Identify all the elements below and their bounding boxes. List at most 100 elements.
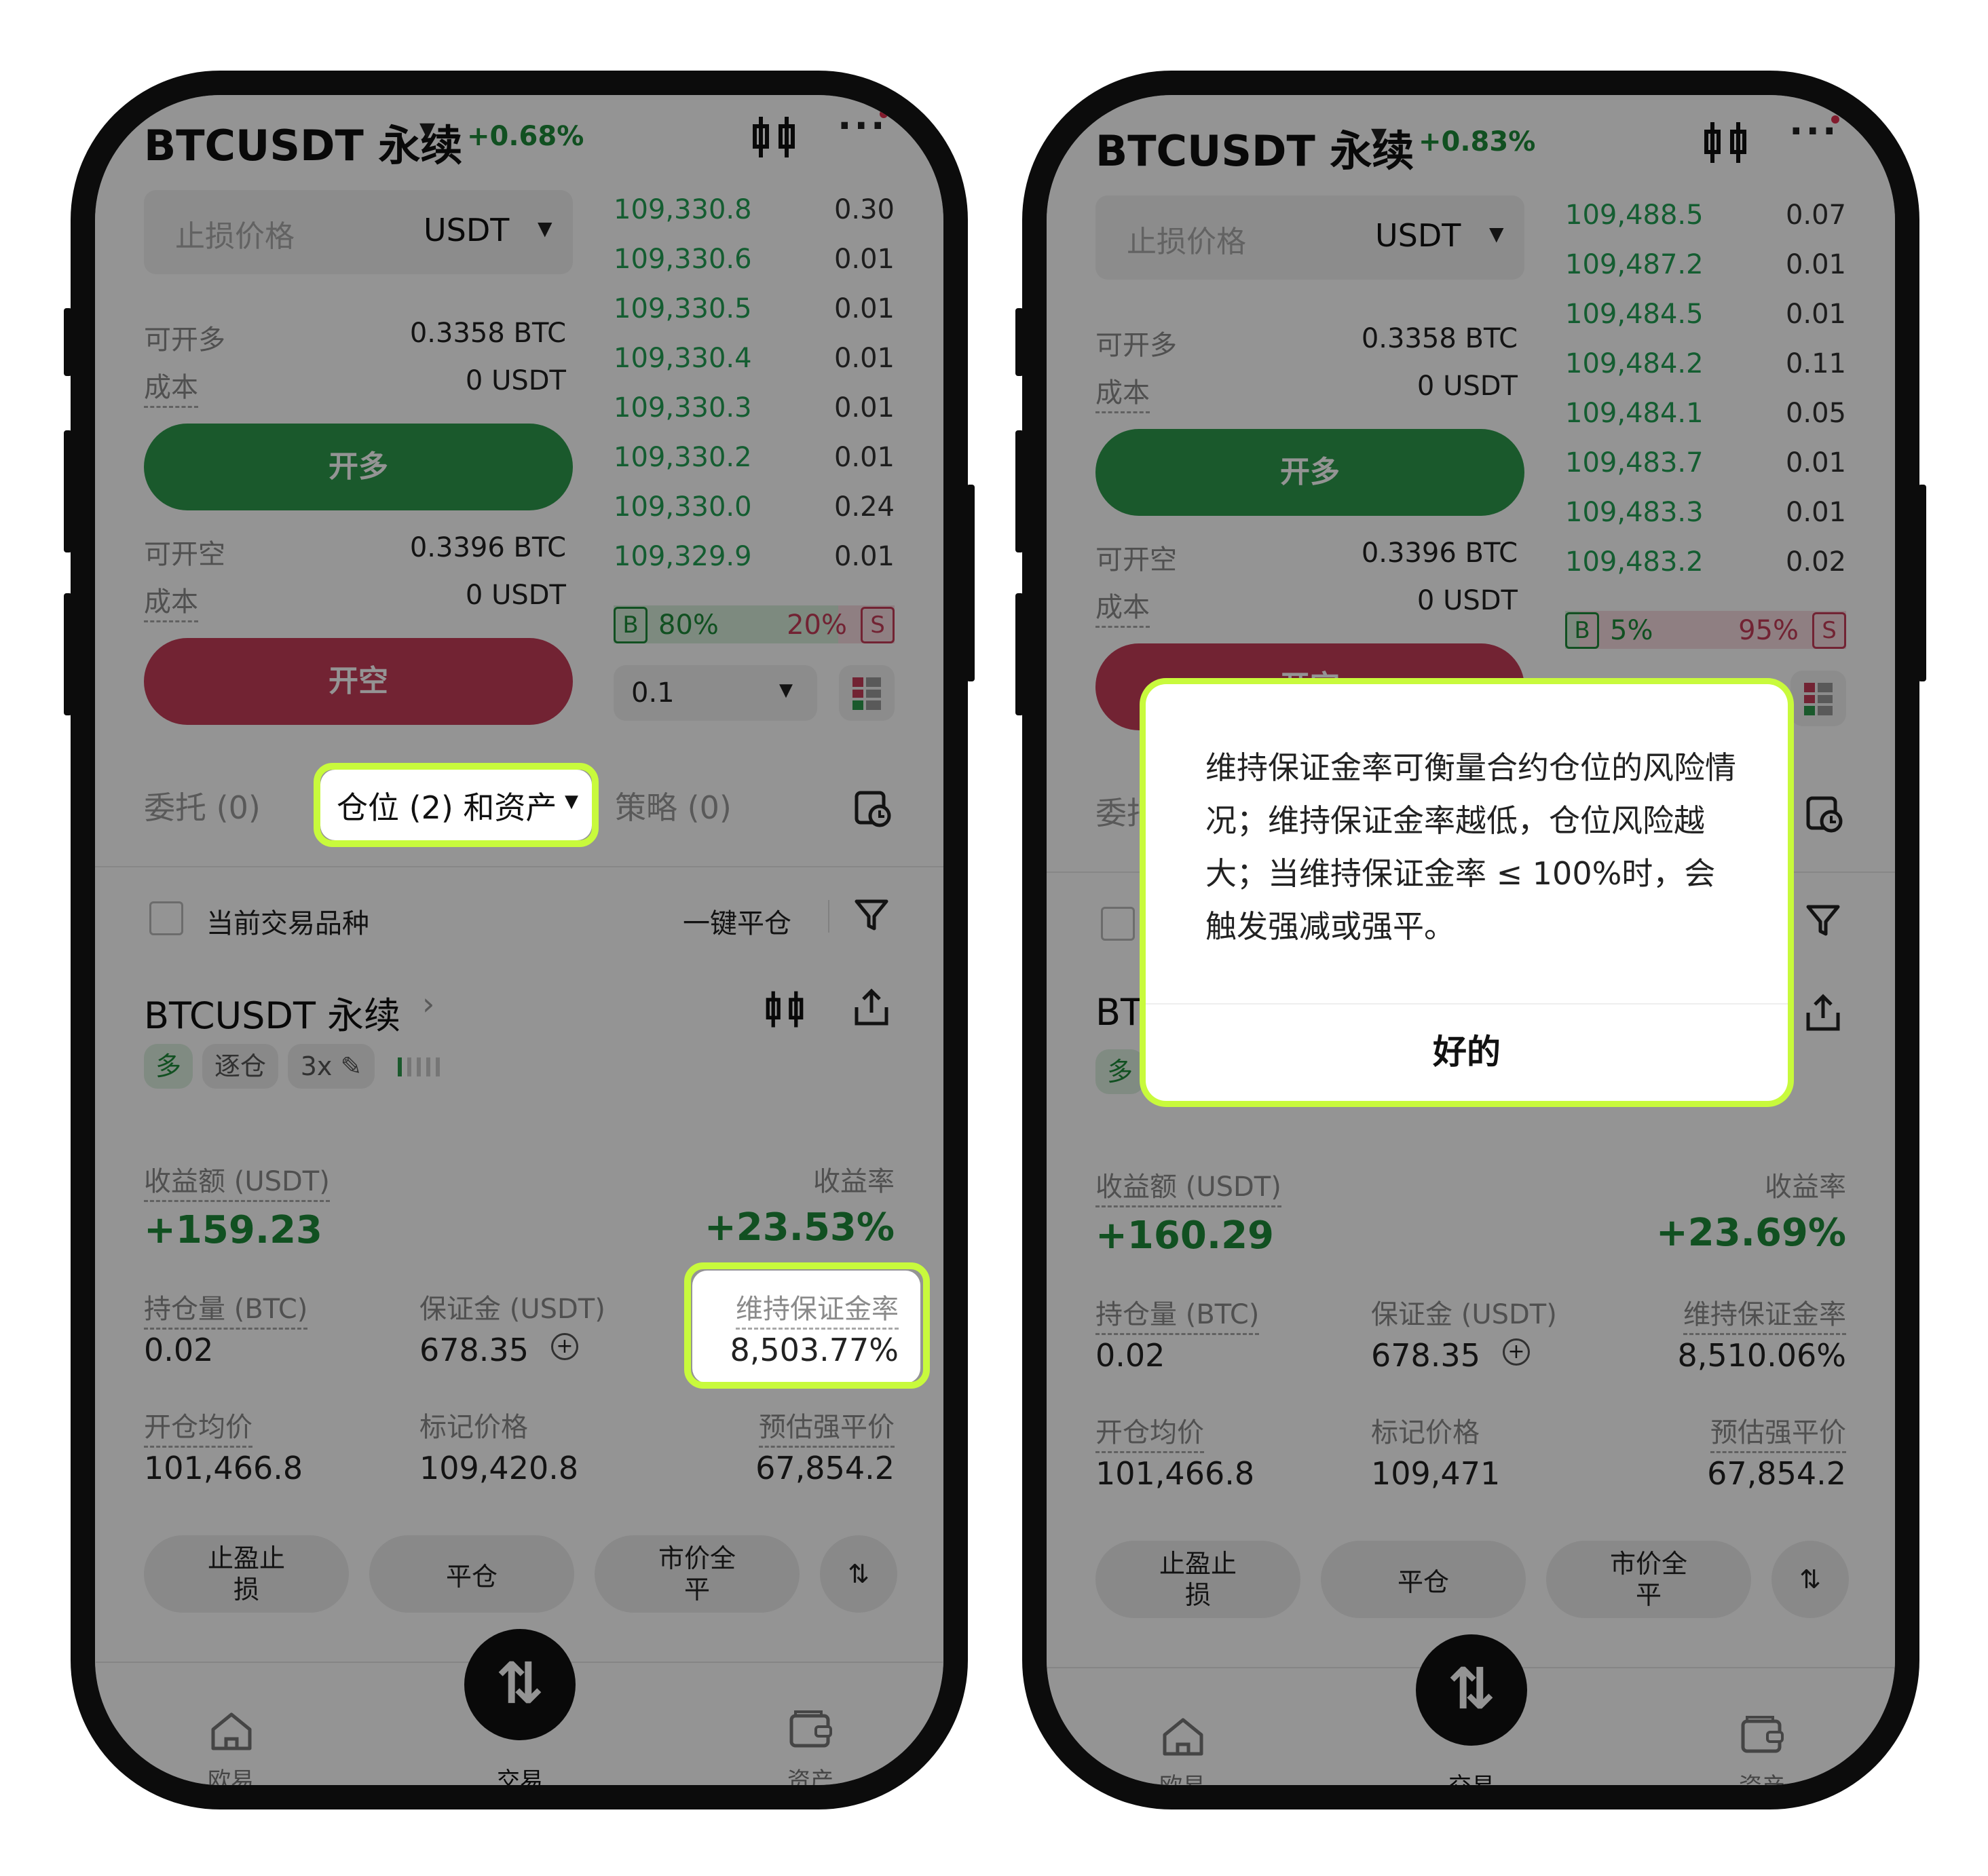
stop-price-placeholder: 止损价格: [1127, 225, 1246, 259]
orderbook-row[interactable]: 109,484.2 0.11: [1565, 348, 1846, 389]
share-icon[interactable]: [1804, 992, 1842, 1033]
trade-icon[interactable]: ⇅: [1416, 1634, 1527, 1746]
orderbook-row[interactable]: 109,488.5 0.07: [1565, 200, 1846, 240]
stop-price-input[interactable]: 止损价格 USDT ▼: [1095, 195, 1524, 280]
open-long-button[interactable]: 开多: [1095, 429, 1524, 516]
chevron-down-icon[interactable]: ▼: [538, 217, 552, 240]
phone-right: BTCUSDT 永续 ▼ +0.83% ··· 止损价格 USDT ▼ 可开多 …: [1015, 71, 1926, 1809]
avail-long-label: 可开多: [1095, 330, 1177, 361]
liq-value: 67,854.2: [1707, 1455, 1846, 1492]
orderbook-price: 109,330.0: [614, 491, 752, 523]
orderbook-qty: 0.01: [1785, 299, 1846, 330]
add-margin-icon[interactable]: +: [1503, 1338, 1530, 1366]
depth-step-select[interactable]: 0.1 ▼: [614, 665, 817, 721]
unit-select[interactable]: USDT: [424, 212, 509, 248]
wallet-icon[interactable]: [1739, 1713, 1785, 1755]
mmr-label[interactable]: 维持保证金率: [1683, 1292, 1846, 1335]
orderbook-row[interactable]: 109,330.0 0.24: [614, 491, 895, 532]
close-all-button[interactable]: 一键平仓: [683, 901, 791, 941]
orderbook-layout-icon[interactable]: [839, 665, 895, 721]
home-icon[interactable]: [1161, 1716, 1205, 1758]
nav-assets-label[interactable]: 资产: [1728, 1767, 1796, 1785]
side-button: [1015, 430, 1024, 552]
divider: [828, 900, 829, 933]
roe-value: +23.53%: [704, 1205, 895, 1250]
current-symbol-checkbox[interactable]: [1101, 907, 1135, 941]
stop-price-input[interactable]: 止损价格 USDT ▼: [144, 190, 573, 274]
pair-title[interactable]: BTCUSDT 永续: [144, 111, 462, 172]
side-button: [967, 485, 975, 681]
tag-leverage[interactable]: 3x ✎: [288, 1044, 375, 1089]
unit-select[interactable]: USDT: [1375, 217, 1461, 254]
mark-label: 标记价格: [419, 1412, 528, 1443]
reverse-icon[interactable]: ⇅: [820, 1535, 897, 1613]
tab-orders[interactable]: 委托 (0): [144, 783, 261, 828]
pair-title[interactable]: BTCUSDT 永续: [1095, 117, 1414, 178]
home-icon[interactable]: [209, 1710, 254, 1752]
buy-percent: 5%: [1610, 615, 1653, 646]
side-button: [1015, 593, 1024, 715]
position-symbol[interactable]: BT: [1095, 991, 1143, 1034]
orderbook-row[interactable]: 109,330.8 0.30: [614, 194, 895, 235]
app-screen: BTCUSDT 永续 ▼ +0.68% ··· 止损价格 USDT ▼ 可开多 …: [95, 95, 943, 1785]
filter-icon[interactable]: [1804, 901, 1842, 939]
candlestick-icon[interactable]: [751, 115, 797, 159]
add-margin-icon[interactable]: +: [551, 1333, 578, 1360]
share-icon[interactable]: [852, 987, 890, 1028]
orderbook-row[interactable]: 109,484.5 0.01: [1565, 299, 1846, 339]
tab-strategy[interactable]: 策略 (0): [615, 783, 732, 828]
size-value: 0.02: [144, 1332, 214, 1368]
avail-long-value: 0.3358 BTC: [409, 318, 566, 349]
orderbook-row[interactable]: 109,484.1 0.05: [1565, 398, 1846, 438]
chevron-down-icon[interactable]: ▼: [419, 118, 435, 142]
orderbook-row[interactable]: 109,330.6 0.01: [614, 244, 895, 284]
orderbook-row[interactable]: 109,330.4 0.01: [614, 343, 895, 383]
orderbook-price: 109,488.5: [1565, 200, 1704, 231]
close-position-button[interactable]: 平仓: [1321, 1541, 1526, 1618]
candlestick-icon[interactable]: [764, 990, 805, 1029]
chevron-down-icon[interactable]: ▼: [1489, 223, 1504, 245]
wallet-icon[interactable]: [787, 1708, 833, 1750]
orderbook-row[interactable]: 109,483.2 0.02: [1565, 546, 1846, 587]
chevron-right-icon[interactable]: ›: [422, 986, 434, 1022]
current-symbol-checkbox[interactable]: [149, 901, 183, 935]
orderbook-row[interactable]: 109,329.9 0.01: [614, 541, 895, 582]
market-close-button[interactable]: 市价全 平: [1546, 1541, 1751, 1618]
close-position-button[interactable]: 平仓: [369, 1535, 574, 1613]
orderbook-layout-icon[interactable]: [1790, 671, 1846, 726]
trade-icon[interactable]: ⇅: [464, 1629, 576, 1740]
side-button: [1015, 308, 1024, 376]
open-long-button[interactable]: 开多: [144, 424, 573, 510]
nav-home-label[interactable]: 欧易: [1148, 1767, 1216, 1785]
history-icon[interactable]: [1804, 793, 1845, 833]
nav-trade-label[interactable]: 交易: [486, 1762, 554, 1785]
chevron-down-icon[interactable]: ▼: [1371, 124, 1387, 147]
orderbook-price: 109,483.7: [1565, 447, 1704, 479]
orderbook-row[interactable]: 109,483.7 0.01: [1565, 447, 1846, 488]
orderbook-qty: 0.01: [833, 442, 895, 473]
market-close-button[interactable]: 市价全 平: [595, 1535, 800, 1613]
history-icon[interactable]: [852, 787, 893, 828]
orderbook-row[interactable]: 109,330.5 0.01: [614, 293, 895, 334]
margin-value: 678.35: [1371, 1337, 1480, 1374]
filter-icon[interactable]: [852, 896, 890, 934]
orderbook-row[interactable]: 109,487.2 0.01: [1565, 249, 1846, 290]
orderbook-row[interactable]: 109,483.3 0.01: [1565, 497, 1846, 538]
tpsl-button[interactable]: 止盈止 损: [1095, 1541, 1300, 1618]
open-short-button[interactable]: 开空: [144, 638, 573, 725]
candlestick-icon[interactable]: [1702, 121, 1748, 164]
orderbook-row[interactable]: 109,330.2 0.01: [614, 442, 895, 483]
nav-trade-label[interactable]: 交易: [1438, 1767, 1505, 1785]
orderbook-price: 109,483.2: [1565, 546, 1704, 578]
position-symbol[interactable]: BTCUSDT 永续: [144, 986, 400, 1039]
avail-long-value: 0.3358 BTC: [1361, 323, 1518, 354]
dialog-ok-button[interactable]: 好的: [1146, 1003, 1788, 1101]
reverse-icon[interactable]: ⇅: [1771, 1541, 1849, 1618]
tpsl-button[interactable]: 止盈止 损: [144, 1535, 349, 1613]
order-book: 109,488.5 0.07 109,487.2 0.01 109,484.5 0.01 1…: [1565, 200, 1846, 607]
nav-home-label[interactable]: 欧易: [197, 1762, 265, 1785]
buy-sell-ratio-bar: B 80% 20% S: [614, 605, 895, 643]
nav-assets-label[interactable]: 资产: [776, 1762, 844, 1785]
orderbook-row[interactable]: 109,330.3 0.01: [614, 392, 895, 433]
highlight-positions-tab: [314, 763, 599, 847]
